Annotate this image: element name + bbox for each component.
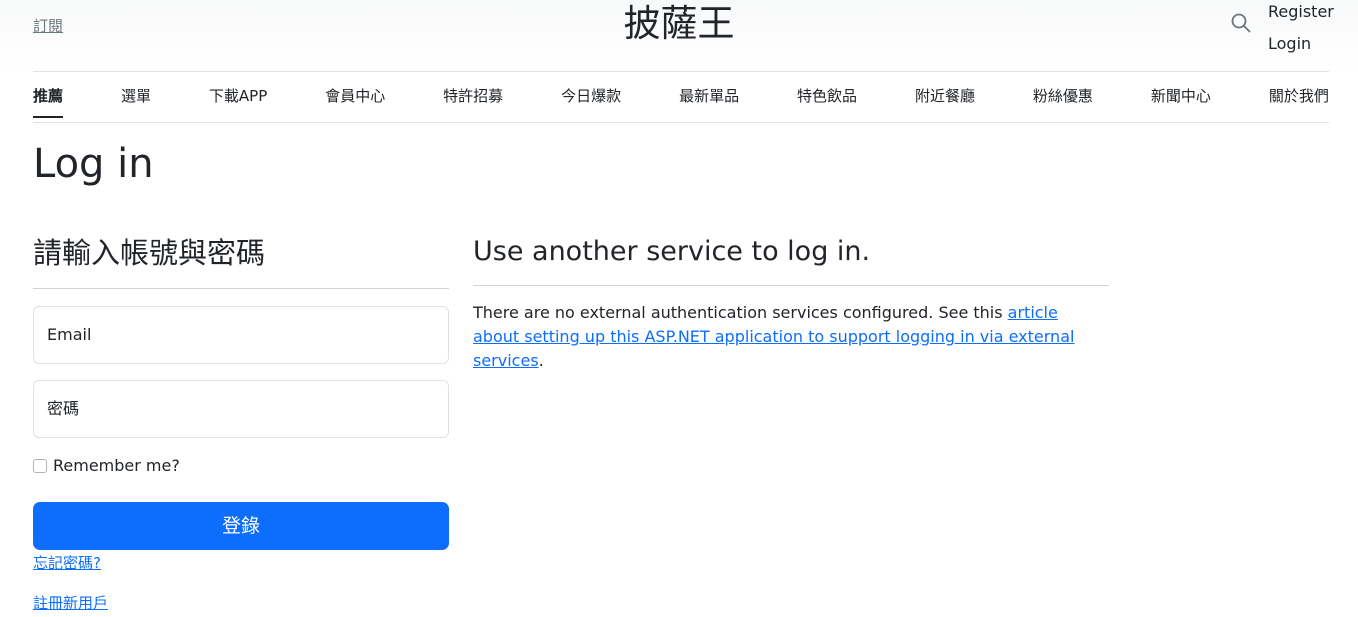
external-login-text: There are no external authentication ser… xyxy=(473,301,1109,373)
nav-item-specialty-drinks[interactable]: 特色飲品 xyxy=(797,72,857,122)
external-login-section: Use another service to log in. There are… xyxy=(473,228,1109,389)
nav-item-new-items[interactable]: 最新單品 xyxy=(679,72,739,122)
auth-links: Register Login xyxy=(1268,0,1334,60)
register-link[interactable]: Register xyxy=(1268,0,1334,28)
login-divider xyxy=(33,288,449,289)
login-link[interactable]: Login xyxy=(1268,28,1334,60)
login-button[interactable]: 登錄 xyxy=(33,502,449,550)
nav-item-member-center[interactable]: 會員中心 xyxy=(325,72,385,122)
category-nav: 推薦 選單 下載APP 會員中心 特許招募 今日爆款 最新單品 特色飲品 附近餐… xyxy=(33,72,1329,123)
login-heading: 請輸入帳號與密碼 xyxy=(33,236,266,270)
external-text-after: . xyxy=(538,351,544,370)
remember-label: Remember me? xyxy=(53,456,180,475)
email-field[interactable]: Email xyxy=(33,306,449,364)
register-new-user-link[interactable]: 註冊新用戶 xyxy=(33,592,108,613)
login-section: 請輸入帳號與密碼 Email 密碼 Remember me? 登錄 忘記密碼? … xyxy=(33,228,449,612)
remember-checkbox[interactable] xyxy=(33,458,47,473)
nav-item-recommended[interactable]: 推薦 xyxy=(33,72,64,122)
nav-item-nearby-restaurants[interactable]: 附近餐廳 xyxy=(915,72,975,122)
nav-item-about-us[interactable]: 關於我們 xyxy=(1269,72,1329,122)
password-field[interactable]: 密碼 xyxy=(33,380,449,438)
nav-item-franchise[interactable]: 特許招募 xyxy=(443,72,503,122)
nav-item-download-app[interactable]: 下載APP xyxy=(209,72,267,122)
external-divider xyxy=(473,285,1109,286)
nav-item-todays-hits[interactable]: 今日爆款 xyxy=(561,72,621,122)
site-brand[interactable]: 披薩王 xyxy=(0,1,1358,47)
page-title: Log in xyxy=(33,141,154,187)
nav-item-menu[interactable]: 選單 xyxy=(121,72,151,122)
forgot-password-link[interactable]: 忘記密碼? xyxy=(33,552,101,573)
site-header: 訂閱 披薩王 Register Login xyxy=(0,0,1358,72)
remember-me[interactable]: Remember me? xyxy=(33,456,180,475)
external-text-before: There are no external authentication ser… xyxy=(473,303,1008,322)
search-icon[interactable] xyxy=(1231,13,1251,33)
nav-item-fan-deals[interactable]: 粉絲優惠 xyxy=(1033,72,1093,122)
nav-item-news-center[interactable]: 新聞中心 xyxy=(1151,72,1211,122)
external-login-heading: Use another service to log in. xyxy=(473,236,871,267)
